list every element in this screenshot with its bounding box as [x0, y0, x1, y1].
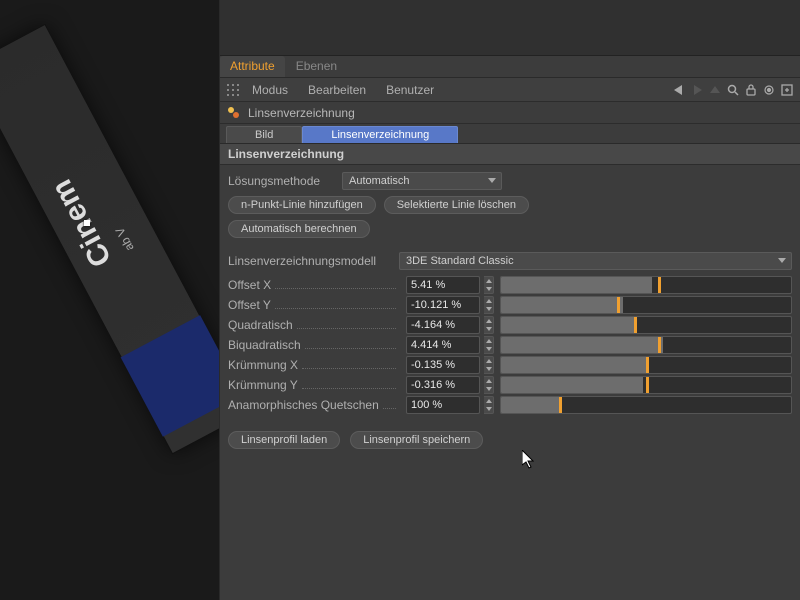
param-value-field[interactable]: 100 %: [406, 396, 480, 414]
param-slider[interactable]: [500, 356, 792, 374]
nav-up-icon[interactable]: [708, 83, 722, 97]
param-slider[interactable]: [500, 316, 792, 334]
tab-ebenen[interactable]: Ebenen: [286, 56, 347, 77]
param-slider[interactable]: [500, 396, 792, 414]
subtab-lens[interactable]: Linsenverzeichnung: [302, 126, 458, 143]
btn-add-npoint-line[interactable]: n-Punkt-Linie hinzufügen: [228, 196, 376, 214]
param-row: Quadratisch -4.164 %: [228, 315, 792, 335]
row-distortion-model: Linsenverzeichnungsmodell 3DE Standard C…: [228, 251, 792, 271]
lock-icon[interactable]: [744, 83, 758, 97]
label-solver-method: Lösungsmethode: [228, 174, 336, 188]
row-solver-method: Lösungsmethode Automatisch: [228, 171, 792, 191]
subtab-bild[interactable]: Bild: [226, 126, 302, 143]
param-spinner[interactable]: [484, 376, 494, 394]
param-slider[interactable]: [500, 296, 792, 314]
param-value-field[interactable]: 5.41 %: [406, 276, 480, 294]
object-name: Linsenverzeichnung: [248, 106, 355, 120]
menu-bearbeiten[interactable]: Bearbeiten: [300, 81, 374, 99]
menu-benutzer[interactable]: Benutzer: [378, 81, 442, 99]
param-label: Quadratisch: [228, 318, 293, 332]
param-row: Krümmung Y -0.316 %: [228, 375, 792, 395]
object-header: Linsenverzeichnung: [220, 102, 800, 124]
editor-header-gap: [220, 0, 800, 56]
param-spinner[interactable]: [484, 316, 494, 334]
search-icon[interactable]: [726, 83, 740, 97]
viewport-content: Cinem ab V: [0, 0, 220, 594]
param-slider[interactable]: [500, 276, 792, 294]
param-slider[interactable]: [500, 336, 792, 354]
param-label: Offset Y: [228, 298, 271, 312]
attribute-menubar: Modus Bearbeiten Benutzer: [220, 78, 800, 102]
nav-fwd-icon[interactable]: [690, 83, 704, 97]
param-row: Anamorphisches Quetschen 100 %: [228, 395, 792, 415]
attribute-panel: Attribute Ebenen Modus Bearbeiten Benutz…: [220, 0, 800, 600]
target-icon[interactable]: [762, 83, 776, 97]
param-label: Biquadratisch: [228, 338, 301, 352]
param-spinner[interactable]: [484, 296, 494, 314]
param-label: Krümmung Y: [228, 378, 298, 392]
param-value-field[interactable]: -0.316 %: [406, 376, 480, 394]
btn-auto-calculate[interactable]: Automatisch berechnen: [228, 220, 370, 238]
param-row: Biquadratisch 4.414 %: [228, 335, 792, 355]
spline-handle[interactable]: [84, 220, 90, 226]
select-distortion-model[interactable]: 3DE Standard Classic: [399, 252, 792, 270]
btn-delete-selected-line[interactable]: Selektierte Linie löschen: [384, 196, 529, 214]
menu-modus[interactable]: Modus: [244, 81, 296, 99]
new-window-icon[interactable]: [780, 83, 794, 97]
param-slider[interactable]: [500, 376, 792, 394]
section-header: Linsenverzeichnung: [220, 144, 800, 165]
param-label: Offset X: [228, 278, 271, 292]
param-spinner[interactable]: [484, 336, 494, 354]
param-spinner[interactable]: [484, 396, 494, 414]
nav-back-icon[interactable]: [672, 83, 686, 97]
btn-load-lens-profile[interactable]: Linsenprofil laden: [228, 431, 340, 449]
label-distortion-model: Linsenverzeichnungsmodell: [228, 254, 393, 268]
attribute-subtabs: Bild Linsenverzeichnung: [220, 124, 800, 144]
properties-body: Lösungsmethode Automatisch n-Punkt-Linie…: [220, 165, 800, 423]
param-row: Offset X 5.41 %: [228, 275, 792, 295]
param-label: Anamorphisches Quetschen: [228, 398, 379, 412]
panel-tabs: Attribute Ebenen: [220, 56, 800, 78]
tab-attribute[interactable]: Attribute: [220, 56, 285, 77]
param-spinner[interactable]: [484, 276, 494, 294]
lens-distortion-icon: [226, 105, 242, 121]
viewport[interactable]: Cinem ab V: [0, 0, 220, 600]
param-value-field[interactable]: -4.164 %: [406, 316, 480, 334]
param-row: Krümmung X -0.135 %: [228, 355, 792, 375]
grid-icon[interactable]: [226, 83, 240, 97]
param-value-field[interactable]: -0.135 %: [406, 356, 480, 374]
footer-buttons: Linsenprofil laden Linsenprofil speicher…: [220, 423, 800, 457]
param-value-field[interactable]: 4.414 %: [406, 336, 480, 354]
param-value-field[interactable]: -10.121 %: [406, 296, 480, 314]
select-solver-method[interactable]: Automatisch: [342, 172, 502, 190]
param-spinner[interactable]: [484, 356, 494, 374]
btn-save-lens-profile[interactable]: Linsenprofil speichern: [350, 431, 483, 449]
param-label: Krümmung X: [228, 358, 298, 372]
param-row: Offset Y -10.121 %: [228, 295, 792, 315]
